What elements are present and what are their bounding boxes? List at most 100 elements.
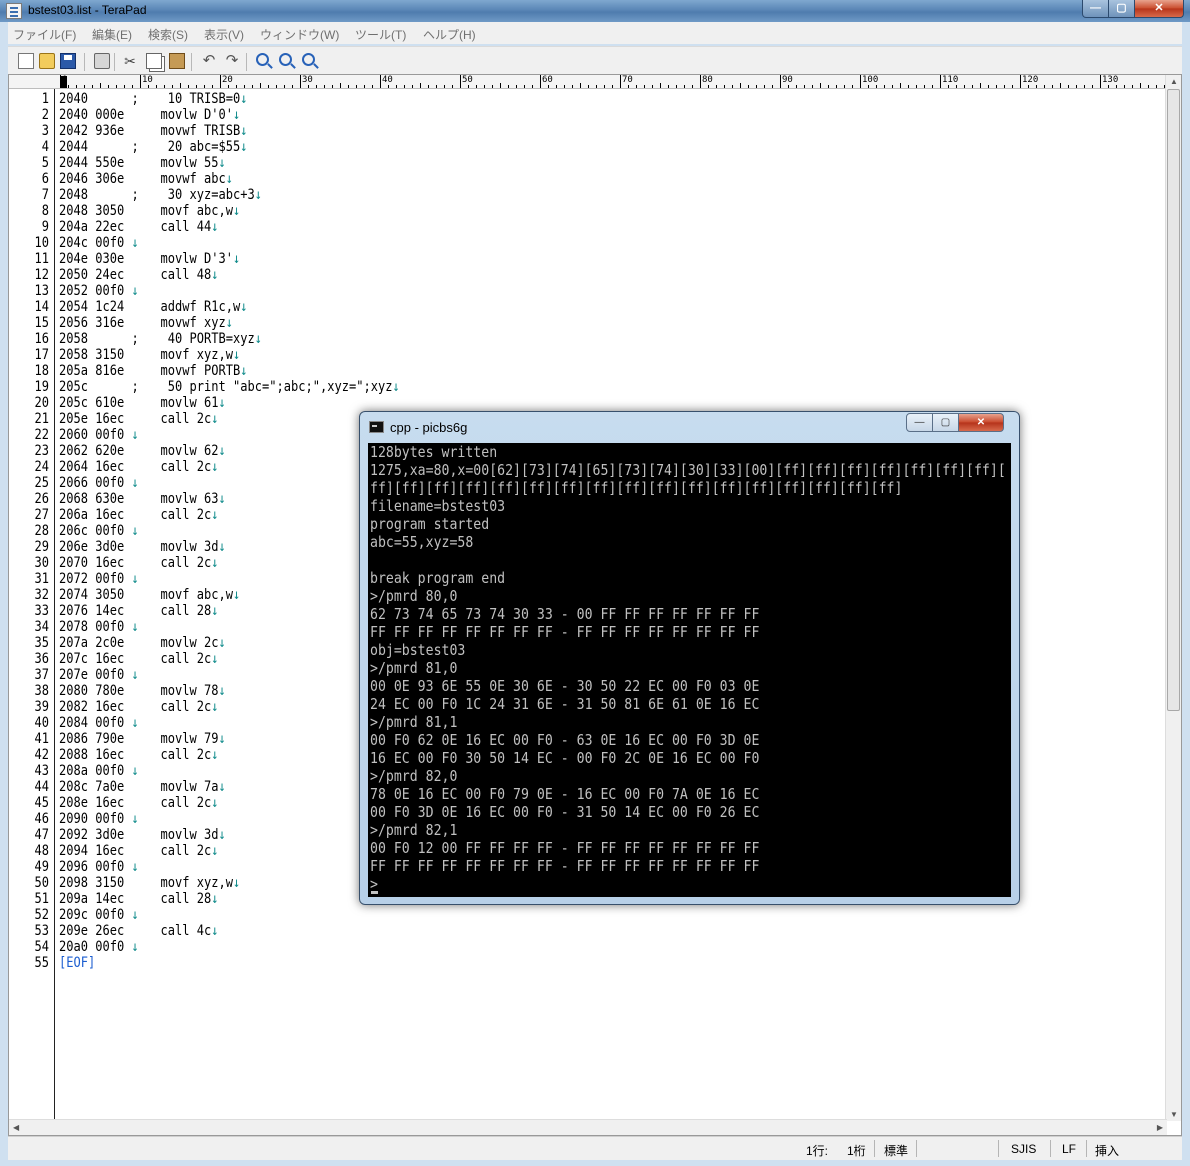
code-line[interactable]: 2090 00f0 ↓ bbox=[59, 811, 139, 827]
code-line[interactable]: 207e 00f0 ↓ bbox=[59, 667, 139, 683]
code-line[interactable]: 2042 936e movwf TRISB↓ bbox=[59, 123, 247, 139]
code-line[interactable]: 2096 00f0 ↓ bbox=[59, 859, 139, 875]
code-line[interactable]: 2058 ; 40 PORTB=xyz↓ bbox=[59, 331, 262, 347]
menu-item-1[interactable]: 編集(E) bbox=[92, 26, 132, 43]
ruler-tick bbox=[700, 75, 701, 88]
code-line[interactable]: 2044 550e movlw 55↓ bbox=[59, 155, 226, 171]
code-line[interactable]: 208a 00f0 ↓ bbox=[59, 763, 139, 779]
app-icon[interactable] bbox=[6, 3, 22, 19]
menu-item-4[interactable]: ウィンドウ(W) bbox=[260, 26, 339, 43]
paste-icon[interactable] bbox=[169, 53, 185, 69]
find-next-icon[interactable] bbox=[279, 53, 292, 66]
menu-item-6[interactable]: ヘルプ(H) bbox=[423, 26, 476, 43]
code-line[interactable]: 2078 00f0 ↓ bbox=[59, 619, 139, 635]
code-line[interactable]: 2068 630e movlw 63↓ bbox=[59, 491, 226, 507]
code-line[interactable]: 2086 790e movlw 79↓ bbox=[59, 731, 226, 747]
code-line[interactable]: 2054 1c24 addwf R1c,w↓ bbox=[59, 299, 247, 315]
console-line: 24 EC 00 F0 1C 24 31 6E - 31 50 81 6E 61… bbox=[370, 695, 760, 713]
code-line[interactable]: 205e 16ec call 2c↓ bbox=[59, 411, 218, 427]
code-line[interactable]: 206c 00f0 ↓ bbox=[59, 523, 139, 539]
code-line[interactable]: 207a 2c0e movlw 2c↓ bbox=[59, 635, 226, 651]
code-line[interactable]: 2046 306e movwf abc↓ bbox=[59, 171, 233, 187]
open-folder-icon[interactable] bbox=[39, 53, 55, 69]
console-output[interactable]: 128bytes written 1275,xa=80,x=00[62][73][… bbox=[368, 443, 1011, 897]
menu-item-5[interactable]: ツール(T) bbox=[355, 26, 406, 43]
code-line[interactable]: 206a 16ec call 2c↓ bbox=[59, 507, 218, 523]
find-prev-icon[interactable] bbox=[302, 53, 315, 66]
scroll-left-icon[interactable]: ◀ bbox=[13, 1123, 19, 1132]
save-icon[interactable] bbox=[60, 53, 76, 69]
code-line[interactable]: 2040 000e movlw D'0'↓ bbox=[59, 107, 240, 123]
scroll-down-icon[interactable]: ▼ bbox=[1170, 1110, 1178, 1119]
code-line[interactable]: 2098 3150 movf xyz,w↓ bbox=[59, 875, 240, 891]
console-maximize-button[interactable]: ▢ bbox=[932, 413, 959, 432]
copy-icon[interactable] bbox=[146, 53, 162, 69]
code-line[interactable]: 2094 16ec call 2c↓ bbox=[59, 843, 218, 859]
redo-icon[interactable]: ↷ bbox=[224, 53, 240, 69]
code-line[interactable]: 205a 816e movwf PORTB↓ bbox=[59, 363, 247, 379]
console-window[interactable]: cpp - picbs6g — ▢ ✕ 128bytes written 1275… bbox=[359, 411, 1020, 905]
code-line[interactable]: 2058 3150 movf xyz,w↓ bbox=[59, 347, 240, 363]
code-line[interactable]: 2052 00f0 ↓ bbox=[59, 283, 139, 299]
code-line[interactable]: 2084 00f0 ↓ bbox=[59, 715, 139, 731]
code-line[interactable]: 2062 620e movlw 62↓ bbox=[59, 443, 226, 459]
code-line[interactable]: 208c 7a0e movlw 7a↓ bbox=[59, 779, 226, 795]
ruler-tick bbox=[628, 85, 629, 88]
title-bar[interactable]: bstest03.list - TeraPad — ▢ ✕ bbox=[0, 0, 1190, 22]
code-line[interactable]: 2070 16ec call 2c↓ bbox=[59, 555, 218, 571]
code-line[interactable]: 2044 ; 20 abc=$55↓ bbox=[59, 139, 247, 155]
code-line[interactable]: 204e 030e movlw D'3'↓ bbox=[59, 251, 240, 267]
line-number: 19 bbox=[34, 379, 49, 395]
code-line[interactable]: 204a 22ec call 44↓ bbox=[59, 219, 218, 235]
code-line[interactable]: 2072 00f0 ↓ bbox=[59, 571, 139, 587]
cut-icon[interactable]: ✂ bbox=[122, 53, 138, 69]
code-line[interactable]: 2048 ; 30 xyz=abc+3↓ bbox=[59, 187, 262, 203]
code-line[interactable]: 2076 14ec call 28↓ bbox=[59, 603, 218, 619]
code-line[interactable]: 2060 00f0 ↓ bbox=[59, 427, 139, 443]
code-line[interactable]: 2050 24ec call 48↓ bbox=[59, 267, 218, 283]
horizontal-scrollbar[interactable]: ◀ ▶ bbox=[9, 1119, 1167, 1135]
code-line[interactable]: 208e 16ec call 2c↓ bbox=[59, 795, 218, 811]
code-line[interactable]: 209a 14ec call 28↓ bbox=[59, 891, 218, 907]
vertical-scroll-thumb[interactable] bbox=[1167, 89, 1180, 711]
vertical-scrollbar[interactable]: ▲ ▼ bbox=[1165, 75, 1181, 1121]
code-line[interactable]: [EOF] bbox=[59, 955, 95, 971]
code-line[interactable]: 206e 3d0e movlw 3d↓ bbox=[59, 539, 226, 555]
scroll-right-icon[interactable]: ▶ bbox=[1157, 1123, 1163, 1132]
scroll-up-icon[interactable]: ▲ bbox=[1170, 77, 1178, 86]
code-line[interactable]: 2088 16ec call 2c↓ bbox=[59, 747, 218, 763]
code-line[interactable]: 204c 00f0 ↓ bbox=[59, 235, 139, 251]
code-line[interactable]: 209e 26ec call 4c↓ bbox=[59, 923, 218, 939]
ruler-tick bbox=[68, 85, 69, 88]
print-icon[interactable] bbox=[94, 53, 110, 69]
console-minimize-button[interactable]: — bbox=[906, 413, 933, 432]
line-number: 15 bbox=[34, 315, 49, 331]
code-line[interactable]: 2066 00f0 ↓ bbox=[59, 475, 139, 491]
console-close-button[interactable]: ✕ bbox=[958, 413, 1004, 432]
undo-icon[interactable]: ↶ bbox=[201, 53, 217, 69]
menu-item-0[interactable]: ファイル(F) bbox=[13, 26, 76, 43]
code-line[interactable]: 20a0 00f0 ↓ bbox=[59, 939, 139, 955]
minimize-button[interactable]: — bbox=[1082, 0, 1109, 18]
code-line[interactable]: 209c 00f0 ↓ bbox=[59, 907, 139, 923]
new-file-icon[interactable] bbox=[18, 53, 34, 69]
code-line[interactable]: 2092 3d0e movlw 3d↓ bbox=[59, 827, 226, 843]
code-line[interactable]: 205c 610e movlw 61↓ bbox=[59, 395, 226, 411]
code-line[interactable]: 2082 16ec call 2c↓ bbox=[59, 699, 218, 715]
menu-item-3[interactable]: 表示(V) bbox=[204, 26, 244, 43]
code-text: 2054 1c24 addwf R1c,w bbox=[59, 299, 241, 315]
maximize-button[interactable]: ▢ bbox=[1108, 0, 1135, 18]
code-line[interactable]: 2080 780e movlw 78↓ bbox=[59, 683, 226, 699]
code-line[interactable]: 2056 316e movwf xyz↓ bbox=[59, 315, 233, 331]
code-line[interactable]: 2040 ; 10 TRISB=0↓ bbox=[59, 91, 247, 107]
code-line[interactable]: 2074 3050 movf abc,w↓ bbox=[59, 587, 240, 603]
code-line[interactable]: 205c ; 50 print "abc=";abc;",xyz=";xyz↓ bbox=[59, 379, 400, 395]
code-line[interactable]: 2048 3050 movf abc,w↓ bbox=[59, 203, 240, 219]
code-line[interactable]: 207c 16ec call 2c↓ bbox=[59, 651, 218, 667]
ruler-tick bbox=[1116, 85, 1117, 88]
close-button[interactable]: ✕ bbox=[1134, 0, 1184, 18]
code-line[interactable]: 2064 16ec call 2c↓ bbox=[59, 459, 218, 475]
console-icon[interactable] bbox=[369, 421, 384, 433]
menu-item-2[interactable]: 検索(S) bbox=[148, 26, 188, 43]
find-icon[interactable] bbox=[256, 53, 269, 66]
